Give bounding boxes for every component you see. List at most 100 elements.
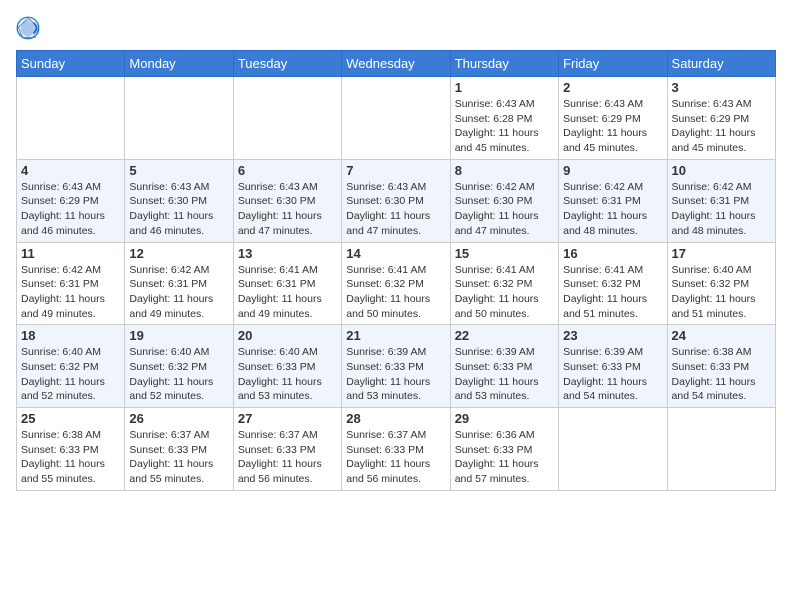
day-info: Sunrise: 6:37 AMSunset: 6:33 PMDaylight:…	[346, 428, 445, 487]
day-number: 16	[563, 246, 662, 261]
day-number: 13	[238, 246, 337, 261]
day-number: 25	[21, 411, 120, 426]
calendar-cell: 5 Sunrise: 6:43 AMSunset: 6:30 PMDaylight…	[125, 159, 233, 242]
day-number: 3	[672, 80, 771, 95]
day-number: 8	[455, 163, 554, 178]
calendar-cell: 23 Sunrise: 6:39 AMSunset: 6:33 PMDayligh…	[559, 325, 667, 408]
calendar-cell: 15Sunrise: 6:41 AMSunset: 6:32 PMDayligh…	[450, 242, 558, 325]
header	[16, 16, 776, 40]
day-info: Sunrise: 6:42 AMSunset: 6:31 PMDaylight:…	[672, 180, 771, 239]
calendar-cell: 18 Sunrise: 6:40 AMSunset: 6:32 PMDayligh…	[17, 325, 125, 408]
day-header-monday: Monday	[125, 51, 233, 77]
calendar-cell	[17, 77, 125, 160]
calendar-cell: 28 Sunrise: 6:37 AMSunset: 6:33 PMDayligh…	[342, 408, 450, 491]
day-number: 2	[563, 80, 662, 95]
calendar-cell: 25 Sunrise: 6:38 AMSunset: 6:33 PMDayligh…	[17, 408, 125, 491]
day-info: Sunrise: 6:43 AMSunset: 6:28 PMDaylight:…	[455, 97, 554, 156]
day-info: Sunrise: 6:43 AMSunset: 6:30 PMDaylight:…	[238, 180, 337, 239]
day-info: Sunrise: 6:41 AMSunset: 6:32 PMDaylight:…	[563, 263, 662, 322]
calendar-cell: 17 Sunrise: 6:40 AMSunset: 6:32 PMDayligh…	[667, 242, 775, 325]
day-number: 24	[672, 328, 771, 343]
day-info: Sunrise: 6:43 AMSunset: 6:30 PMDaylight:…	[129, 180, 228, 239]
calendar-cell	[559, 408, 667, 491]
calendar-cell: 13 Sunrise: 6:41 AMSunset: 6:31 PMDayligh…	[233, 242, 341, 325]
calendar-cell: 9 Sunrise: 6:42 AMSunset: 6:31 PMDaylight…	[559, 159, 667, 242]
day-info: Sunrise: 6:39 AMSunset: 6:33 PMDaylight:…	[563, 345, 662, 404]
calendar-cell: 26 Sunrise: 6:37 AMSunset: 6:33 PMDayligh…	[125, 408, 233, 491]
day-number: 7	[346, 163, 445, 178]
page: SundayMondayTuesdayWednesdayThursdayFrid…	[0, 0, 792, 612]
day-number: 17	[672, 246, 771, 261]
day-number: 18	[21, 328, 120, 343]
calendar-cell: 2 Sunrise: 6:43 AMSunset: 6:29 PMDaylight…	[559, 77, 667, 160]
day-info: Sunrise: 6:37 AMSunset: 6:33 PMDaylight:…	[129, 428, 228, 487]
day-header-saturday: Saturday	[667, 51, 775, 77]
day-info: Sunrise: 6:38 AMSunset: 6:33 PMDaylight:…	[21, 428, 120, 487]
calendar-cell	[342, 77, 450, 160]
day-number: 29	[455, 411, 554, 426]
day-number: 10	[672, 163, 771, 178]
day-number: 20	[238, 328, 337, 343]
day-info: Sunrise: 6:39 AMSunset: 6:33 PMDaylight:…	[346, 345, 445, 404]
calendar-cell	[125, 77, 233, 160]
calendar-cell: 11 Sunrise: 6:42 AMSunset: 6:31 PMDayligh…	[17, 242, 125, 325]
day-number: 12	[129, 246, 228, 261]
day-header-sunday: Sunday	[17, 51, 125, 77]
day-number: 15	[455, 246, 554, 261]
day-info: Sunrise: 6:41 AMSunset: 6:32 PMDaylight:…	[346, 263, 445, 322]
day-number: 23	[563, 328, 662, 343]
day-number: 4	[21, 163, 120, 178]
day-info: Sunrise: 6:43 AMSunset: 6:29 PMDaylight:…	[563, 97, 662, 156]
day-header-tuesday: Tuesday	[233, 51, 341, 77]
day-info: Sunrise: 6:42 AMSunset: 6:30 PMDaylight:…	[455, 180, 554, 239]
day-info: Sunrise: 6:43 AMSunset: 6:29 PMDaylight:…	[672, 97, 771, 156]
calendar-cell: 22 Sunrise: 6:39 AMSunset: 6:33 PMDayligh…	[450, 325, 558, 408]
week-row-4: 18 Sunrise: 6:40 AMSunset: 6:32 PMDayligh…	[17, 325, 776, 408]
calendar-cell	[667, 408, 775, 491]
day-number: 19	[129, 328, 228, 343]
calendar-cell: 7Sunrise: 6:43 AMSunset: 6:30 PMDaylight…	[342, 159, 450, 242]
calendar-cell: 12 Sunrise: 6:42 AMSunset: 6:31 PMDayligh…	[125, 242, 233, 325]
header-row: SundayMondayTuesdayWednesdayThursdayFrid…	[17, 51, 776, 77]
day-info: Sunrise: 6:39 AMSunset: 6:33 PMDaylight:…	[455, 345, 554, 404]
day-header-friday: Friday	[559, 51, 667, 77]
day-info: Sunrise: 6:41 AMSunset: 6:31 PMDaylight:…	[238, 263, 337, 322]
day-number: 28	[346, 411, 445, 426]
day-info: Sunrise: 6:37 AMSunset: 6:33 PMDaylight:…	[238, 428, 337, 487]
calendar-cell: 19 Sunrise: 6:40 AMSunset: 6:32 PMDayligh…	[125, 325, 233, 408]
day-number: 11	[21, 246, 120, 261]
day-info: Sunrise: 6:42 AMSunset: 6:31 PMDaylight:…	[21, 263, 120, 322]
day-number: 9	[563, 163, 662, 178]
day-info: Sunrise: 6:40 AMSunset: 6:32 PMDaylight:…	[21, 345, 120, 404]
logo-icon	[16, 16, 40, 40]
calendar-cell: 21 Sunrise: 6:39 AMSunset: 6:33 PMDayligh…	[342, 325, 450, 408]
week-row-5: 25 Sunrise: 6:38 AMSunset: 6:33 PMDayligh…	[17, 408, 776, 491]
day-number: 6	[238, 163, 337, 178]
calendar-cell: 1 Sunrise: 6:43 AMSunset: 6:28 PMDaylight…	[450, 77, 558, 160]
day-number: 26	[129, 411, 228, 426]
day-number: 27	[238, 411, 337, 426]
day-number: 22	[455, 328, 554, 343]
day-header-thursday: Thursday	[450, 51, 558, 77]
calendar-cell: 20Sunrise: 6:40 AMSunset: 6:33 PMDayligh…	[233, 325, 341, 408]
week-row-1: 1 Sunrise: 6:43 AMSunset: 6:28 PMDaylight…	[17, 77, 776, 160]
calendar-cell: 6 Sunrise: 6:43 AMSunset: 6:30 PMDaylight…	[233, 159, 341, 242]
day-header-wednesday: Wednesday	[342, 51, 450, 77]
day-info: Sunrise: 6:40 AMSunset: 6:32 PMDaylight:…	[672, 263, 771, 322]
week-row-3: 11 Sunrise: 6:42 AMSunset: 6:31 PMDayligh…	[17, 242, 776, 325]
week-row-2: 4Sunrise: 6:43 AMSunset: 6:29 PMDaylight…	[17, 159, 776, 242]
day-number: 1	[455, 80, 554, 95]
calendar-cell: 4Sunrise: 6:43 AMSunset: 6:29 PMDaylight…	[17, 159, 125, 242]
logo	[16, 16, 44, 40]
calendar-cell: 10 Sunrise: 6:42 AMSunset: 6:31 PMDayligh…	[667, 159, 775, 242]
day-info: Sunrise: 6:42 AMSunset: 6:31 PMDaylight:…	[129, 263, 228, 322]
day-number: 5	[129, 163, 228, 178]
day-number: 21	[346, 328, 445, 343]
calendar-table: SundayMondayTuesdayWednesdayThursdayFrid…	[16, 50, 776, 491]
calendar-cell: 24Sunrise: 6:38 AMSunset: 6:33 PMDayligh…	[667, 325, 775, 408]
day-info: Sunrise: 6:42 AMSunset: 6:31 PMDaylight:…	[563, 180, 662, 239]
calendar-cell: 8 Sunrise: 6:42 AMSunset: 6:30 PMDaylight…	[450, 159, 558, 242]
day-info: Sunrise: 6:36 AMSunset: 6:33 PMDaylight:…	[455, 428, 554, 487]
day-info: Sunrise: 6:40 AMSunset: 6:32 PMDaylight:…	[129, 345, 228, 404]
calendar-cell: 16 Sunrise: 6:41 AMSunset: 6:32 PMDayligh…	[559, 242, 667, 325]
